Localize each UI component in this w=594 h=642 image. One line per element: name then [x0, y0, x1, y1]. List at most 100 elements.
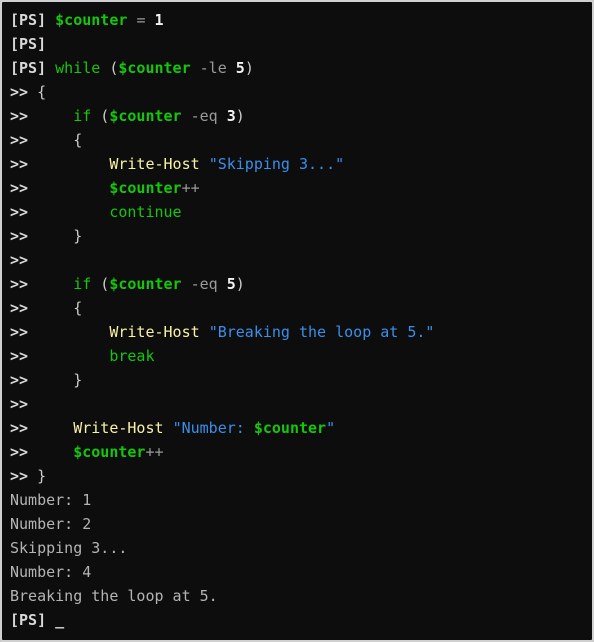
token-var: $counter: [253, 419, 327, 437]
token-var: $counter: [109, 275, 182, 293]
token-punc: [46, 611, 55, 629]
token-kw: while: [55, 59, 101, 77]
token-var: $counter: [55, 11, 128, 29]
token-prompt: [PS]: [10, 59, 47, 77]
token-punc: [28, 179, 109, 197]
token-cont: >>: [10, 395, 29, 413]
token-var: $counter: [109, 107, 182, 125]
token-out: Breaking the loop at 5.: [10, 587, 218, 605]
token-cont: >>: [10, 251, 29, 269]
token-str: "Skipping 3...": [208, 155, 345, 173]
terminal-line: [PS] $counter = 1: [10, 8, 592, 32]
terminal-line: >> if ($counter -eq 3): [10, 104, 592, 128]
terminal-line: Number: 1: [10, 488, 592, 512]
token-punc: [145, 11, 154, 29]
token-var: $counter: [109, 179, 182, 197]
token-punc: [46, 59, 55, 77]
token-out: Number: 2: [10, 515, 92, 533]
token-punc: [218, 107, 227, 125]
terminal-line: >> Write-Host "Number: $counter": [10, 416, 592, 440]
token-op: ++: [181, 179, 200, 197]
token-prompt: [PS]: [10, 611, 47, 629]
token-cont: >>: [10, 347, 29, 365]
token-var: $counter: [118, 59, 191, 77]
token-var: $counter: [73, 443, 146, 461]
token-kw: if: [73, 275, 92, 293]
token-punc: [28, 203, 109, 221]
token-out: Skipping 3...: [10, 539, 128, 557]
token-out: Number: 4: [10, 563, 92, 581]
token-punc: {: [28, 299, 83, 317]
terminal-line: >> Write-Host "Skipping 3...": [10, 152, 592, 176]
token-punc: (: [91, 275, 110, 293]
terminal-line: Number: 2: [10, 512, 592, 536]
terminal-line: >>: [10, 392, 592, 416]
token-cont: >>: [10, 107, 29, 125]
terminal-line: >> Write-Host "Breaking the loop at 5.": [10, 320, 592, 344]
powershell-terminal-window[interactable]: [PS] $counter = 1 [PS] [PS] while ($counte…: [0, 0, 594, 642]
token-num: 1: [154, 11, 164, 29]
token-num: 5: [226, 275, 236, 293]
token-punc: [28, 443, 73, 461]
token-punc: [200, 323, 209, 341]
token-punc: (: [91, 107, 110, 125]
terminal-line: >> {: [10, 296, 592, 320]
terminal-line: >> if ($counter -eq 5): [10, 272, 592, 296]
token-punc: [28, 155, 109, 173]
token-punc: {: [28, 83, 47, 101]
token-punc: [28, 347, 109, 365]
token-cont: >>: [10, 371, 29, 389]
token-punc: [164, 419, 173, 437]
token-cmdlet: Write-Host: [109, 323, 200, 341]
token-cont: >>: [10, 83, 29, 101]
terminal-line: >> }: [10, 368, 592, 392]
token-cont: >>: [10, 299, 29, 317]
token-cont: >>: [10, 179, 29, 197]
terminal-line: >> }: [10, 224, 592, 248]
terminal-line: >> break: [10, 344, 592, 368]
token-cont: >>: [10, 227, 29, 245]
token-kw: continue: [109, 203, 182, 221]
token-cursor: _: [55, 611, 65, 629]
token-cont: >>: [10, 467, 29, 485]
terminal-line: >> continue: [10, 200, 592, 224]
token-prompt: [PS]: [10, 11, 47, 29]
token-punc: }: [28, 467, 47, 485]
token-num: 3: [226, 107, 236, 125]
terminal-line: [PS]: [10, 32, 592, 56]
token-punc: [28, 275, 73, 293]
terminal-line: [PS] while ($counter -le 5): [10, 56, 592, 80]
token-str: "Number:: [172, 419, 254, 437]
token-str: ": [326, 419, 336, 437]
token-op: -le: [199, 59, 227, 77]
terminal-line: Breaking the loop at 5.: [10, 584, 592, 608]
token-cmdlet: Write-Host: [109, 155, 200, 173]
token-punc: [182, 107, 191, 125]
terminal-line: [PS] _: [10, 608, 592, 632]
terminal-line: >>: [10, 248, 592, 272]
token-out: Number: 1: [10, 491, 92, 509]
token-punc: {: [28, 131, 83, 149]
terminal-line: >> {: [10, 128, 592, 152]
terminal-screen[interactable]: [PS] $counter = 1 [PS] [PS] while ($counte…: [2, 2, 592, 632]
terminal-line: >> $counter++: [10, 440, 592, 464]
token-op: ++: [145, 443, 164, 461]
token-punc: [28, 419, 73, 437]
terminal-line: >> $counter++: [10, 176, 592, 200]
token-punc: }: [28, 227, 83, 245]
token-str: "Breaking the loop at 5.": [208, 323, 435, 341]
token-cont: >>: [10, 275, 29, 293]
token-prompt: [PS]: [10, 35, 47, 53]
token-punc: [218, 275, 227, 293]
token-cont: >>: [10, 131, 29, 149]
token-punc: ): [235, 275, 245, 293]
terminal-line: >> }: [10, 464, 592, 488]
terminal-line: Number: 4: [10, 560, 592, 584]
token-punc: ): [235, 107, 245, 125]
token-punc: [46, 11, 55, 29]
token-punc: [200, 155, 209, 173]
token-punc: [28, 323, 109, 341]
token-punc: [28, 107, 73, 125]
token-cont: >>: [10, 155, 29, 173]
token-punc: ): [244, 59, 254, 77]
